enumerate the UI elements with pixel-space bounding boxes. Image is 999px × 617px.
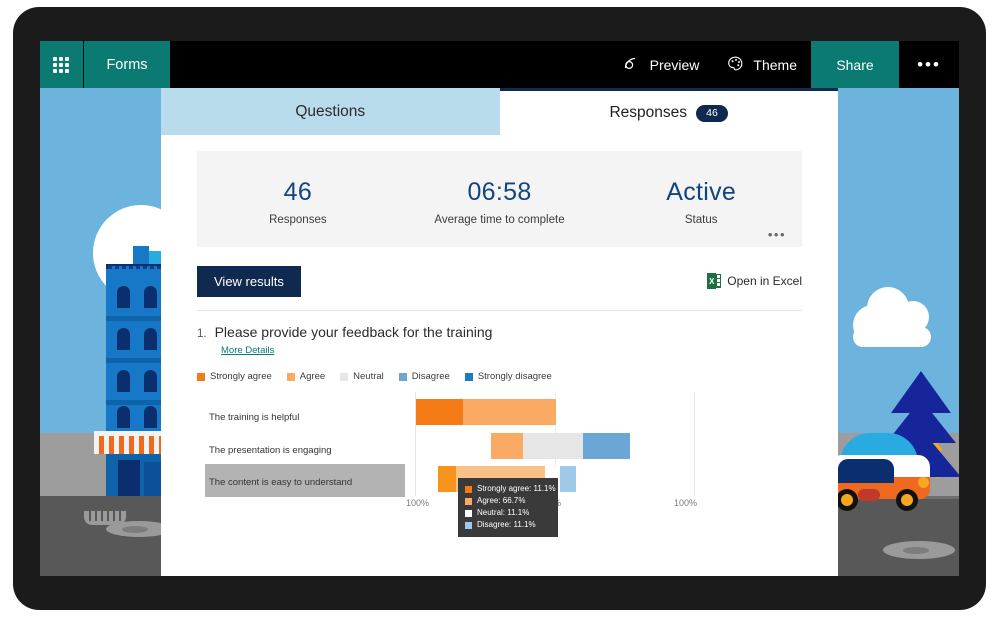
- view-results-button[interactable]: View results: [197, 265, 301, 297]
- results-actions-row: View results X Open in Excel: [197, 264, 802, 298]
- bar-segment-neutral-2[interactable]: [523, 433, 583, 459]
- tooltip-label: Strongly agree: 11.1%: [477, 484, 556, 493]
- excel-file-icon: X: [707, 273, 722, 289]
- legend-item-agree[interactable]: Agree: [286, 371, 326, 382]
- tab-responses-label: Responses: [609, 104, 688, 121]
- more-details-link[interactable]: More Details: [221, 345, 274, 356]
- tooltip-row: Strongly agree: 11.1%: [465, 483, 556, 495]
- tooltip-label: Disagree: 11.1%: [477, 520, 536, 529]
- legend-swatch: [197, 372, 205, 381]
- question-text: Please provide your feedback for the tra…: [214, 324, 493, 340]
- legend-swatch: [286, 372, 295, 381]
- summary-stats-card: 46 Responses 06:58 Average time to compl…: [197, 151, 802, 247]
- tab-questions-label: Questions: [295, 102, 366, 120]
- more-options-label: •••: [917, 54, 941, 74]
- waffle-grid: [53, 57, 69, 73]
- forms-brand-label: Forms: [106, 56, 148, 73]
- top-bar-actions: Preview Theme Share •••: [610, 41, 959, 88]
- divider: [197, 310, 802, 311]
- legend-swatch: [398, 372, 407, 381]
- screenshot-root: Forms Preview Theme Share ••• Questions …: [0, 0, 999, 617]
- tooltip-swatch: [465, 509, 472, 517]
- forms-brand-button[interactable]: Forms: [84, 41, 170, 88]
- legend-label: Agree: [299, 371, 326, 382]
- chart-row-label-3: The content is easy to understand: [209, 477, 353, 488]
- app-top-bar: Forms Preview Theme Share •••: [40, 41, 959, 88]
- share-button[interactable]: Share: [811, 41, 899, 88]
- open-in-excel-button[interactable]: X Open in Excel: [707, 273, 802, 289]
- forms-content-panel: Questions Responses 46 46 Responses 06:5…: [161, 88, 838, 576]
- preview-label: Preview: [649, 56, 700, 73]
- more-options-button[interactable]: •••: [899, 41, 959, 88]
- ground-shadow-core: [903, 547, 929, 554]
- stat-responses: 46 Responses: [197, 151, 399, 247]
- legend-item-strongly-agree[interactable]: Strongly agree: [197, 371, 272, 382]
- responses-bar-chart: The training is helpful The presentation…: [197, 392, 802, 537]
- tab-bar: Questions Responses 46: [161, 88, 838, 135]
- bar-segment-disagree-3[interactable]: [560, 466, 576, 492]
- legend-label: Neutral: [353, 371, 384, 382]
- stat-status-caption: Status: [684, 214, 718, 226]
- axis-tick-left: 100%: [406, 498, 430, 508]
- chart-legend: Strongly agree Agree Neutral Disagree St…: [197, 371, 802, 382]
- responses-count-badge: 46: [696, 104, 729, 122]
- tooltip-label: Neutral: 11.1%: [477, 508, 530, 517]
- bar-segment-agree-2[interactable]: [491, 433, 523, 459]
- tooltip-swatch: [465, 497, 472, 505]
- chart-tooltip: Strongly agree: 11.1% Agree: 66.7% Neutr…: [458, 478, 558, 537]
- bar-segment-disagree-2[interactable]: [583, 433, 630, 459]
- theme-label: Theme: [753, 56, 797, 73]
- legend-label: Disagree: [411, 371, 450, 382]
- theme-button[interactable]: Theme: [713, 41, 811, 88]
- tab-questions[interactable]: Questions: [161, 88, 500, 135]
- app-launcher-waffle-icon[interactable]: [40, 41, 83, 88]
- panel-body: 46 Responses 06:58 Average time to compl…: [161, 151, 838, 537]
- question-number: 1.: [197, 328, 207, 340]
- legend-item-strongly-disagree[interactable]: Strongly disagree: [464, 371, 552, 382]
- tooltip-row: Disagree: 11.1%: [465, 519, 551, 531]
- legend-label: Strongly agree: [210, 371, 272, 382]
- tooltip-row: Neutral: 11.1%: [465, 507, 551, 519]
- legend-item-disagree[interactable]: Disagree: [398, 371, 450, 382]
- tooltip-row: Agree: 66.7%: [465, 495, 551, 507]
- drain-grate-icon: [84, 511, 126, 525]
- legend-swatch: [464, 372, 473, 381]
- legend-label: Strongly disagree: [477, 371, 552, 382]
- palette-theme-icon: [727, 56, 744, 74]
- bar-segment-strongly-agree-1[interactable]: [416, 399, 463, 425]
- van-illustration: [830, 433, 940, 511]
- bar-segment-agree-1[interactable]: [463, 399, 556, 425]
- legend-swatch: [340, 372, 349, 381]
- stat-responses-caption: Responses: [269, 214, 327, 226]
- stat-status-value: Active: [666, 178, 737, 206]
- tablet-device-frame: Forms Preview Theme Share ••• Questions …: [13, 7, 986, 610]
- preview-button[interactable]: Preview: [610, 41, 714, 88]
- share-label: Share: [836, 56, 874, 73]
- ground-shadow-left-core: [122, 526, 148, 533]
- stat-avg-time-value: 06:58: [467, 178, 532, 206]
- eye-preview-icon: [624, 57, 641, 73]
- chart-row-label-2: The presentation is engaging: [209, 445, 332, 456]
- question-heading: 1. Please provide your feedback for the …: [197, 324, 802, 340]
- stat-responses-value: 46: [283, 178, 313, 206]
- tooltip-swatch: [465, 521, 472, 529]
- tooltip-label: Agree: 66.7%: [477, 496, 526, 505]
- stat-avg-time: 06:58 Average time to complete: [399, 151, 601, 247]
- tooltip-swatch: [465, 485, 472, 493]
- stat-avg-time-caption: Average time to complete: [434, 214, 565, 226]
- tab-responses[interactable]: Responses 46: [499, 88, 838, 135]
- tablet-screen: Forms Preview Theme Share ••• Questions …: [40, 41, 959, 576]
- open-in-excel-label: Open in Excel: [727, 274, 802, 288]
- legend-item-neutral[interactable]: Neutral: [340, 371, 384, 382]
- building-illustration: [94, 246, 240, 496]
- stats-more-options-button[interactable]: •••: [768, 227, 786, 242]
- chart-row-label-1: The training is helpful: [209, 412, 300, 423]
- view-results-label: View results: [214, 273, 284, 289]
- axis-tick-right: 100%: [674, 498, 698, 508]
- bar-segment-strongly-agree-3[interactable]: [438, 466, 456, 492]
